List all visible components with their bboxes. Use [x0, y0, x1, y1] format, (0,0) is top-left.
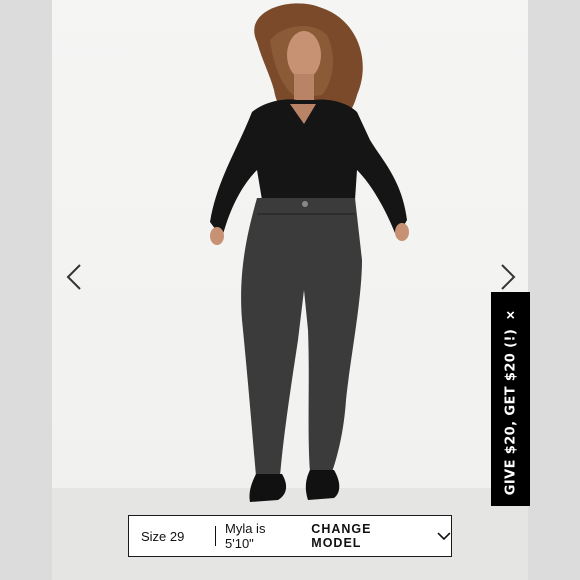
model-face: [287, 31, 321, 79]
size-label: Size 29: [141, 528, 185, 544]
left-margin: [0, 0, 52, 580]
model-jeans: [241, 198, 362, 476]
referral-promo-tab[interactable]: × GIVE $20, GET $20 (!): [491, 292, 530, 506]
model-shoe-right: [305, 470, 340, 500]
chevron-right-icon: [501, 264, 516, 290]
previous-image-button[interactable]: [60, 262, 90, 292]
model-shoe-left: [249, 474, 287, 502]
chevron-down-icon: [437, 532, 451, 540]
model-photo: [210, 3, 409, 502]
chevron-left-icon: [66, 264, 81, 290]
change-model-label: CHANGE MODEL: [311, 522, 372, 550]
right-margin: [528, 0, 580, 580]
change-model-button[interactable]: CHANGE MODEL: [311, 522, 451, 550]
close-icon[interactable]: ×: [491, 308, 530, 324]
model-size-bar: Size 29 Myla is 5'10" CHANGE MODEL: [128, 515, 452, 557]
product-image: [52, 0, 528, 580]
model-height-label: Myla is 5'10": [225, 521, 266, 551]
next-image-button[interactable]: [492, 262, 522, 292]
promo-label[interactable]: GIVE $20, GET $20 (!): [503, 329, 518, 495]
divider: [214, 526, 216, 546]
